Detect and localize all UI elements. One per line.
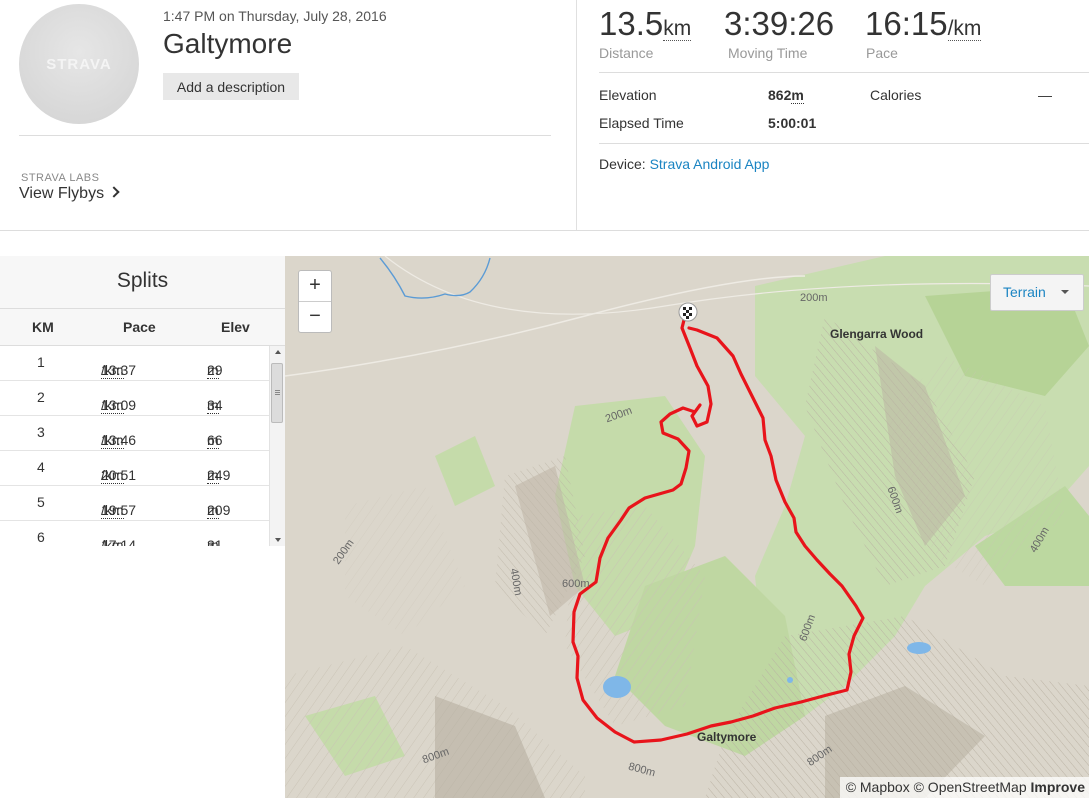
distance-value: 13.5km: [599, 5, 692, 42]
split-km: 4: [37, 459, 45, 475]
elev-unit: m: [207, 397, 219, 414]
col-km: KM: [32, 319, 54, 335]
split-row[interactable]: 3 13:46 /km 66 m: [0, 416, 269, 451]
split-km: 3: [37, 424, 45, 440]
athlete-avatar[interactable]: STRAVA: [19, 4, 139, 124]
splits-title: Splits: [0, 256, 285, 309]
pace-unit: /km: [101, 502, 124, 519]
pace-unit: /km: [101, 397, 124, 414]
col-pace: Pace: [123, 319, 156, 335]
header-divider: [19, 135, 551, 136]
split-km: 5: [37, 494, 45, 510]
split-row[interactable]: 1 13:37 /km 29 m: [0, 346, 269, 381]
map-style-dropdown[interactable]: Terrain: [990, 274, 1084, 311]
map-label-glengarra-wood: Glengarra Wood: [830, 327, 924, 341]
zoom-out-button[interactable]: −: [299, 302, 331, 332]
calories-label: Calories: [870, 87, 922, 103]
split-row[interactable]: 5 19:57 /km 209 m: [0, 486, 269, 521]
stats-divider: [599, 72, 1089, 73]
add-description-button[interactable]: Add a description: [163, 73, 299, 100]
route-layer: [571, 302, 865, 744]
scroll-down-arrow-icon[interactable]: [275, 538, 281, 542]
elev-unit: m: [207, 467, 219, 484]
device-link[interactable]: Strava Android App: [650, 156, 770, 172]
improve-map-link[interactable]: Improve: [1031, 779, 1085, 795]
contour-label: 200m: [800, 292, 828, 304]
chevron-right-icon: [108, 186, 120, 198]
elev-unit: m: [207, 432, 219, 449]
header-vertical-divider: [576, 0, 577, 230]
strava-labs-label: STRAVA LABS: [21, 172, 100, 184]
activity-datetime: 1:47 PM on Thursday, July 28, 2016: [163, 8, 387, 24]
split-row[interactable]: 2 13:09 /km 34 m: [0, 381, 269, 416]
calories-value: —: [1038, 87, 1052, 103]
grip-icon: [275, 390, 280, 391]
device-label: Device:: [599, 156, 646, 172]
distance-label: Distance: [599, 45, 654, 61]
elev-unit: m: [207, 502, 219, 519]
details-divider: [599, 143, 1089, 144]
elevation-value: 862m: [768, 87, 804, 104]
caret-down-icon: [1061, 290, 1069, 294]
pace-unit: /km: [101, 362, 124, 379]
elev-unit: m: [207, 362, 219, 379]
mapbox-link[interactable]: © Mapbox: [846, 779, 910, 795]
elevation-label: Elevation: [599, 87, 657, 103]
splits-scrollbar[interactable]: [269, 346, 286, 546]
strava-logo: STRAVA: [46, 56, 112, 73]
moving-time-label: Moving Time: [728, 45, 808, 61]
view-flybys-link[interactable]: View Flybys: [19, 185, 120, 203]
split-row[interactable]: 6 17:14 /km 31 m: [0, 521, 269, 546]
split-km: 6: [37, 529, 45, 545]
elevation-unit: m: [791, 87, 804, 104]
pace-unit: /km: [101, 467, 124, 484]
pace-label: Pace: [866, 45, 898, 61]
split-km: 2: [37, 389, 45, 405]
splits-panel: Splits KM Pace Elev 1 13:37 /km 29 m 2 13:09…: [0, 256, 286, 798]
split-km: 1: [37, 354, 45, 370]
pace-unit: /km: [947, 17, 982, 41]
pace-unit: /km: [101, 432, 124, 449]
map-attribution: © Mapbox © OpenStreetMap Improve: [839, 777, 1089, 798]
contour-label: 600m: [562, 578, 590, 590]
route-line: [571, 310, 865, 744]
osm-link[interactable]: © OpenStreetMap: [914, 779, 1027, 795]
pace-value: 16:15/km: [865, 5, 982, 42]
splits-header-row: KM Pace Elev: [0, 309, 285, 346]
zoom-in-button[interactable]: +: [299, 271, 331, 301]
splits-table-body[interactable]: 1 13:37 /km 29 m 2 13:09 /km 34 m 3 13:46 /km 66…: [0, 346, 269, 546]
view-flybys-label: View Flybys: [19, 185, 105, 202]
elapsed-time-value: 5:00:01: [768, 115, 817, 131]
route-map[interactable]: Glengarra Wood Galtymore 200m 200m 200m …: [285, 256, 1089, 798]
map-style-label: Terrain: [1003, 284, 1046, 300]
scrollbar-thumb[interactable]: [271, 363, 283, 423]
pace-unit: /km: [101, 537, 124, 546]
device-row: Device: Strava Android App: [599, 156, 769, 172]
scroll-up-arrow-icon[interactable]: [275, 350, 281, 354]
col-elev: Elev: [221, 319, 250, 335]
moving-time-value: 3:39:26: [724, 5, 835, 42]
elapsed-time-label: Elapsed Time: [599, 115, 684, 131]
map-label-galtymore: Galtymore: [697, 730, 757, 744]
zoom-control: + −: [298, 270, 332, 333]
elev-unit: m: [207, 537, 219, 546]
split-row[interactable]: 4 20:51 /km 249 m: [0, 451, 269, 486]
section-divider: [0, 230, 1089, 231]
distance-unit: km: [663, 17, 692, 41]
activity-title[interactable]: Galtymore: [163, 28, 292, 60]
